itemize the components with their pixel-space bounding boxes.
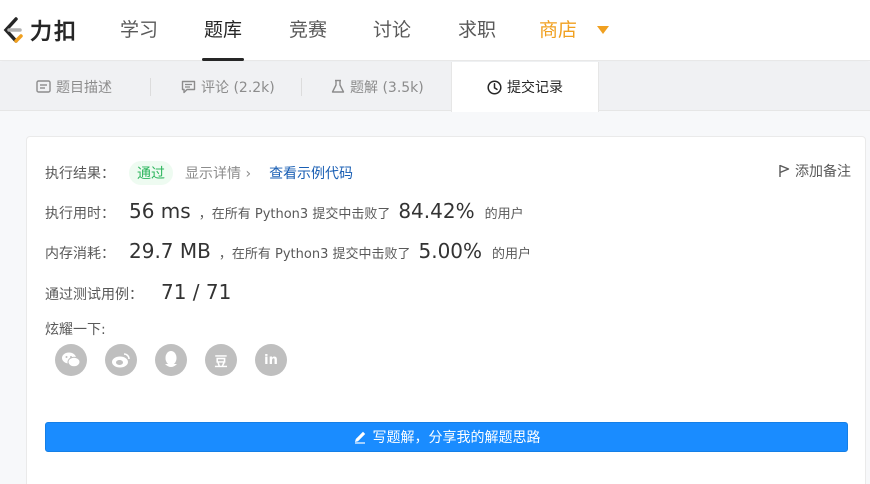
tab-description[interactable]: 题目描述 — [36, 62, 112, 111]
memory-row: 内存消耗： 29.7 MB ，在所有 Python3 提交中击败了 5.00% … — [45, 239, 531, 263]
linkedin-icon[interactable]: in — [255, 344, 287, 376]
qq-icon[interactable] — [155, 344, 187, 376]
tab-solutions-label: 题解 (3.5k) — [350, 79, 424, 96]
tab-divider — [301, 78, 302, 96]
result-label: 执行结果： — [45, 166, 115, 182]
tests-label: 通过测试用例： — [45, 287, 143, 303]
wechat-icon[interactable] — [55, 344, 87, 376]
add-note-button[interactable]: 添加备注 — [778, 161, 851, 181]
tab-comments-label: 评论 (2.2k) — [201, 79, 275, 96]
show-details-link[interactable]: 显示详情 › — [185, 163, 251, 183]
linkedin-icon-text: in — [264, 352, 278, 368]
write-solution-label: 写题解，分享我的解题思路 — [372, 430, 541, 446]
problem-tabbar: 题目描述 评论 (2.2k) 题解 (3.5k) 提交记录 — [0, 62, 870, 112]
memory-label: 内存消耗： — [45, 246, 115, 262]
memory-percent: 5.00% — [418, 239, 483, 263]
clock-icon — [487, 79, 502, 95]
nav-contest[interactable]: 竞赛 — [289, 0, 327, 61]
runtime-percent: 84.42% — [398, 199, 475, 223]
description-icon — [36, 80, 51, 93]
tab-description-label: 题目描述 — [56, 79, 112, 96]
tab-solutions[interactable]: 题解 (3.5k) — [331, 62, 424, 111]
write-solution-button[interactable]: 写题解，分享我的解题思路 — [45, 422, 848, 452]
flask-icon — [331, 79, 345, 93]
flag-icon — [779, 164, 790, 177]
top-navbar: 力扣 学习 题库 竞赛 讨论 求职 商店 — [0, 0, 870, 61]
chevron-down-icon[interactable] — [597, 26, 609, 34]
add-note-label: 添加备注 — [795, 164, 851, 180]
leetcode-logo[interactable]: 力扣 — [0, 14, 78, 46]
nav-discuss[interactable]: 讨论 — [373, 0, 411, 61]
nav-jobs[interactable]: 求职 — [458, 0, 496, 61]
leetcode-logo-icon — [3, 17, 23, 43]
tab-divider — [150, 78, 151, 96]
tests-value: 71 / 71 — [161, 280, 232, 304]
nav-learn[interactable]: 学习 — [120, 0, 158, 61]
tab-comments[interactable]: 评论 (2.2k) — [181, 62, 275, 111]
douban-icon-text: 豆 — [214, 354, 228, 370]
submission-result-card: 执行结果： 通过 显示详情 › 查看示例代码 添加备注 执行用时： 56 ms … — [26, 136, 866, 484]
share-icons: 豆 in — [55, 344, 305, 376]
memory-value: 29.7 MB — [129, 239, 211, 263]
pencil-icon — [354, 431, 365, 444]
view-example-code-link[interactable]: 查看示例代码 — [269, 163, 353, 183]
douban-icon[interactable]: 豆 — [205, 344, 237, 376]
tests-row: 通过测试用例： 71 / 71 — [45, 280, 231, 304]
memory-beat-text: ，在所有 Python3 提交中击败了 — [218, 247, 411, 262]
result-row: 执行结果： 通过 显示详情 › 查看示例代码 — [45, 161, 353, 185]
weibo-icon[interactable] — [105, 344, 137, 376]
runtime-row: 执行用时： 56 ms ，在所有 Python3 提交中击败了 84.42% 的… — [45, 199, 524, 223]
share-label: 炫耀一下: — [45, 322, 106, 338]
memory-users-text: 的用户 — [492, 247, 532, 262]
runtime-beat-text: ，在所有 Python3 提交中击败了 — [198, 207, 391, 222]
runtime-label: 执行用时： — [45, 206, 115, 222]
logo-text: 力扣 — [30, 20, 79, 45]
nav-problemset[interactable]: 题库 — [201, 0, 245, 61]
runtime-value: 56 ms — [129, 199, 191, 223]
status-badge: 通过 — [129, 161, 173, 185]
nav-store[interactable]: 商店 — [539, 0, 577, 61]
share-label-row: 炫耀一下: — [45, 319, 106, 339]
runtime-users-text: 的用户 — [484, 207, 524, 222]
comment-icon — [181, 80, 196, 93]
tab-submissions-label: 提交记录 — [507, 80, 563, 96]
tab-submissions[interactable]: 提交记录 — [451, 62, 599, 112]
